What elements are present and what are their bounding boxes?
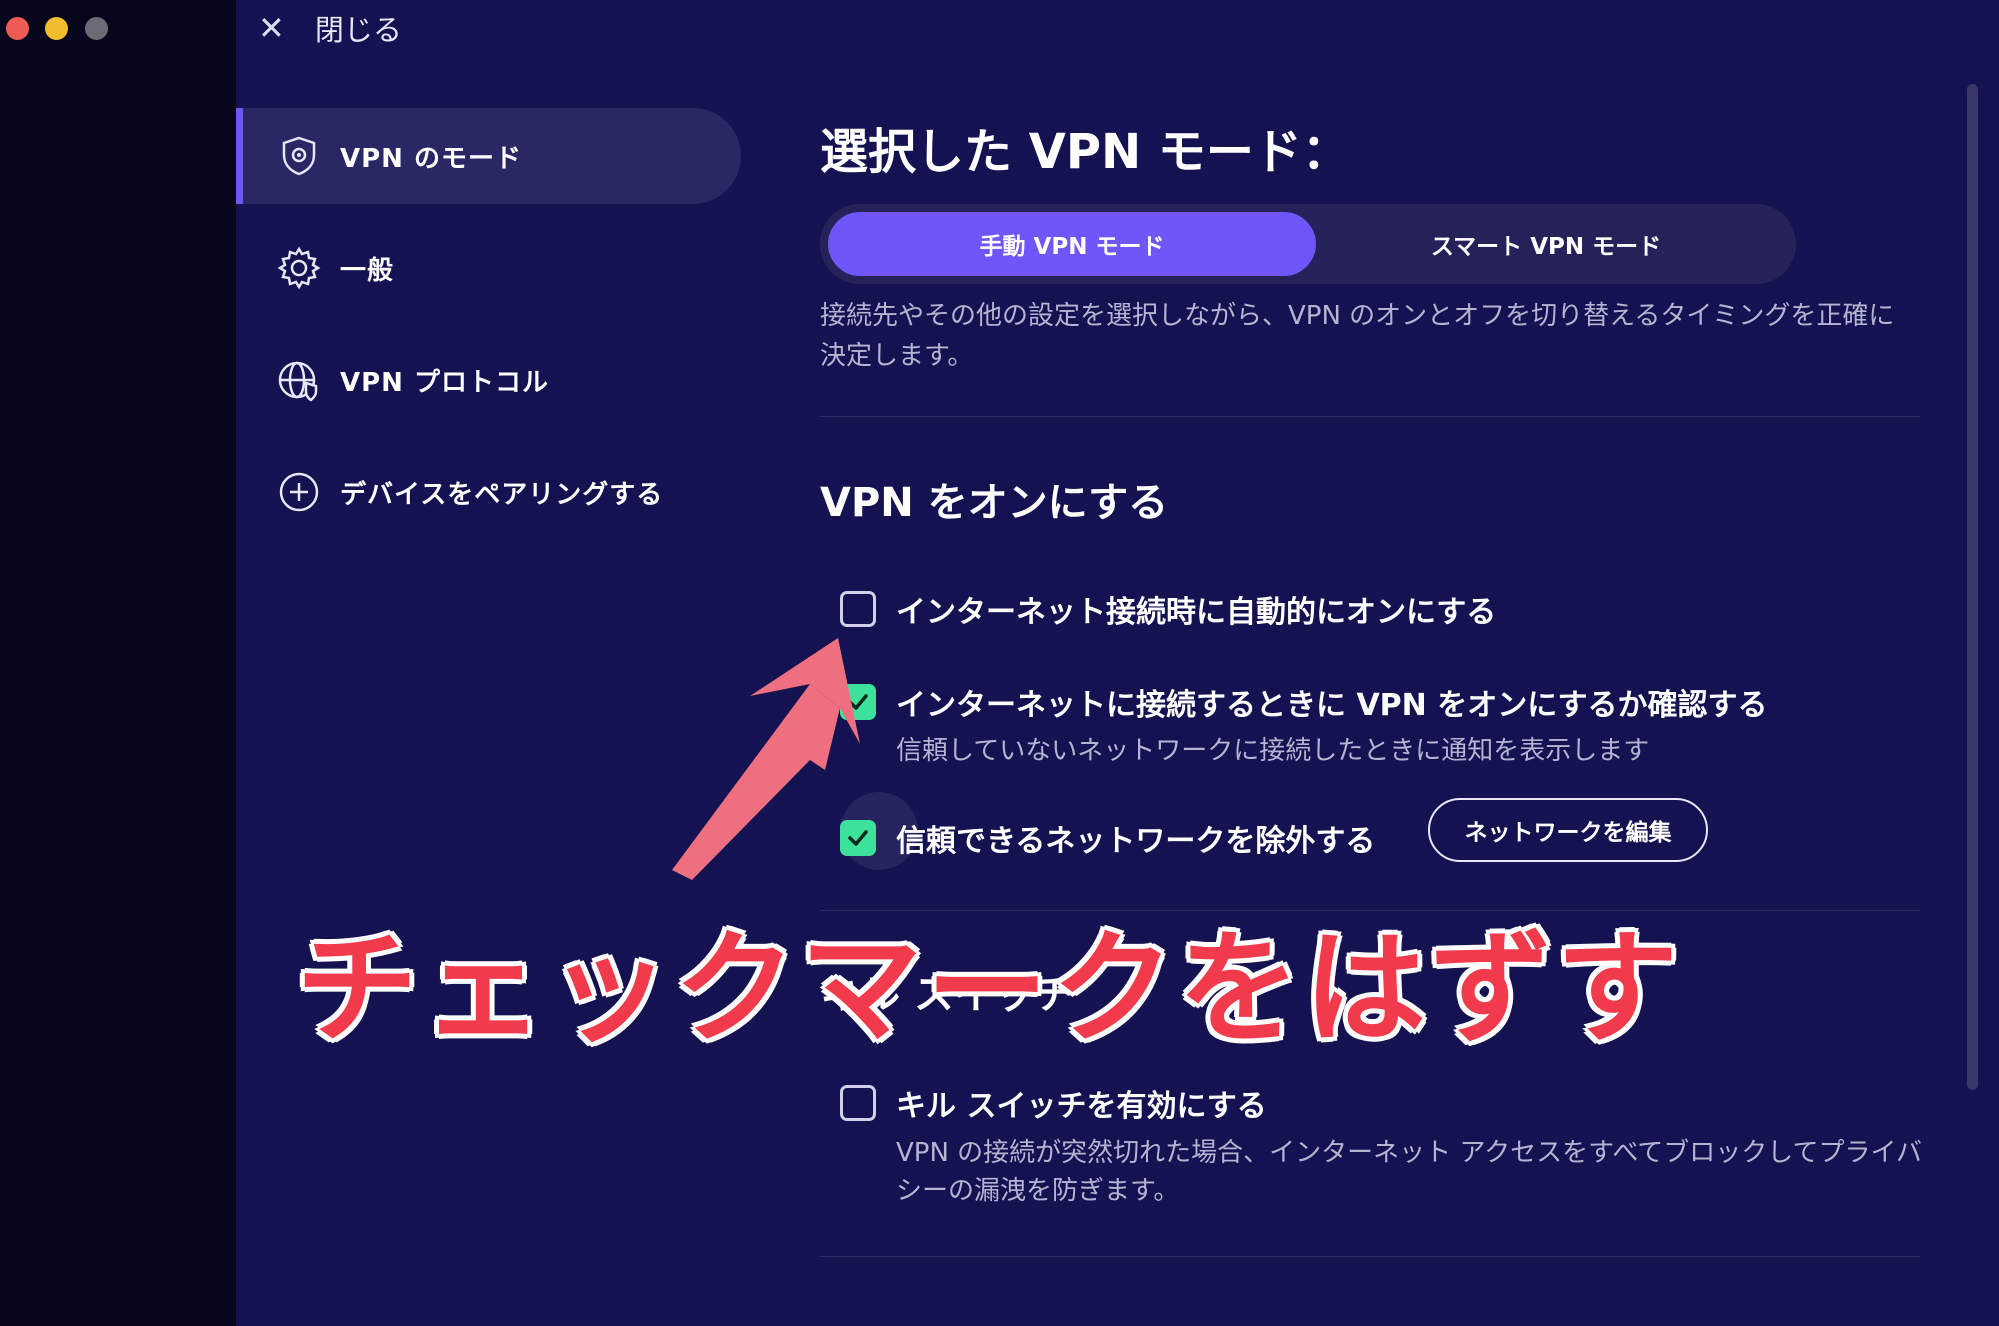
shield-gear-icon (276, 133, 322, 179)
annotation-text: チェックマークをはずす (296, 918, 1682, 1060)
mode-segmented-control: 手動 VPN モード スマート VPN モード (820, 204, 1796, 284)
option-subtext: 信頼していないネットワークに接続したときに通知を表示します (896, 736, 1650, 766)
divider (820, 1256, 1920, 1257)
sidebar-item-pair-device[interactable]: デバイスをペアリングする (236, 444, 741, 540)
option-kill-switch[interactable]: キル スイッチを有効にする (840, 1081, 1267, 1125)
gear-icon (276, 245, 322, 291)
window-minimize-dot[interactable] (45, 17, 68, 40)
sidebar-item-label: VPN プロトコル (340, 367, 549, 398)
close-icon: ✕ (258, 9, 285, 47)
option-subtext: VPN の接続が突然切れた場合、インターネット アクセスをすべてブロックしてプラ… (896, 1138, 1922, 1206)
sidebar: VPN のモード 一般 VPN プロトコル デバイスをペアリングする (236, 108, 741, 556)
tab-manual-vpn-mode[interactable]: 手動 VPN モード (828, 212, 1316, 276)
sidebar-item-vpn-mode[interactable]: VPN のモード (236, 108, 741, 204)
sidebar-item-general[interactable]: 一般 (236, 220, 741, 316)
sidebar-item-label: 一般 (340, 255, 395, 286)
window-close-dot[interactable] (6, 17, 29, 40)
sidebar-item-vpn-protocol[interactable]: VPN プロトコル (236, 332, 741, 428)
mode-description: 接続先やその他の設定を選択しながら、VPN のオンとオフを切り替えるタイミングを… (820, 301, 1895, 371)
edit-networks-button[interactable]: ネットワークを編集 (1428, 798, 1708, 862)
desktop-strip (0, 0, 236, 1326)
plus-circle-icon (276, 469, 322, 515)
page-title: 選択した VPN モード： (820, 124, 1350, 180)
globe-shield-icon (276, 357, 322, 403)
close-button[interactable]: ✕ 閉じる (258, 6, 402, 50)
option-label: キル スイッチを有効にする (896, 1089, 1267, 1124)
scrollbar[interactable] (1967, 84, 1978, 1090)
option-exclude-trusted[interactable]: 信頼できるネットワークを除外する (840, 792, 1376, 870)
tab-smart-vpn-mode[interactable]: スマート VPN モード (1302, 212, 1790, 276)
option-ask-before-on[interactable]: インターネットに接続するときに VPN をオンにするか確認する (840, 680, 1768, 724)
option-label: インターネット接続時に自動的にオンにする (896, 595, 1497, 630)
sidebar-item-label: VPN のモード (340, 143, 522, 174)
option-label: インターネットに接続するときに VPN をオンにするか確認する (896, 688, 1768, 723)
checkbox-unchecked[interactable] (840, 1085, 876, 1121)
window-zoom-dot[interactable] (85, 17, 108, 40)
divider (820, 416, 1920, 417)
option-label: 信頼できるネットワークを除外する (896, 824, 1376, 859)
section-heading-vpn-on: VPN をオンにする (820, 480, 1169, 526)
option-auto-on[interactable]: インターネット接続時に自動的にオンにする (840, 587, 1496, 631)
close-label: 閉じる (314, 13, 402, 47)
annotation-arrow-icon (672, 638, 860, 880)
sidebar-item-label: デバイスをペアリングする (340, 479, 664, 510)
